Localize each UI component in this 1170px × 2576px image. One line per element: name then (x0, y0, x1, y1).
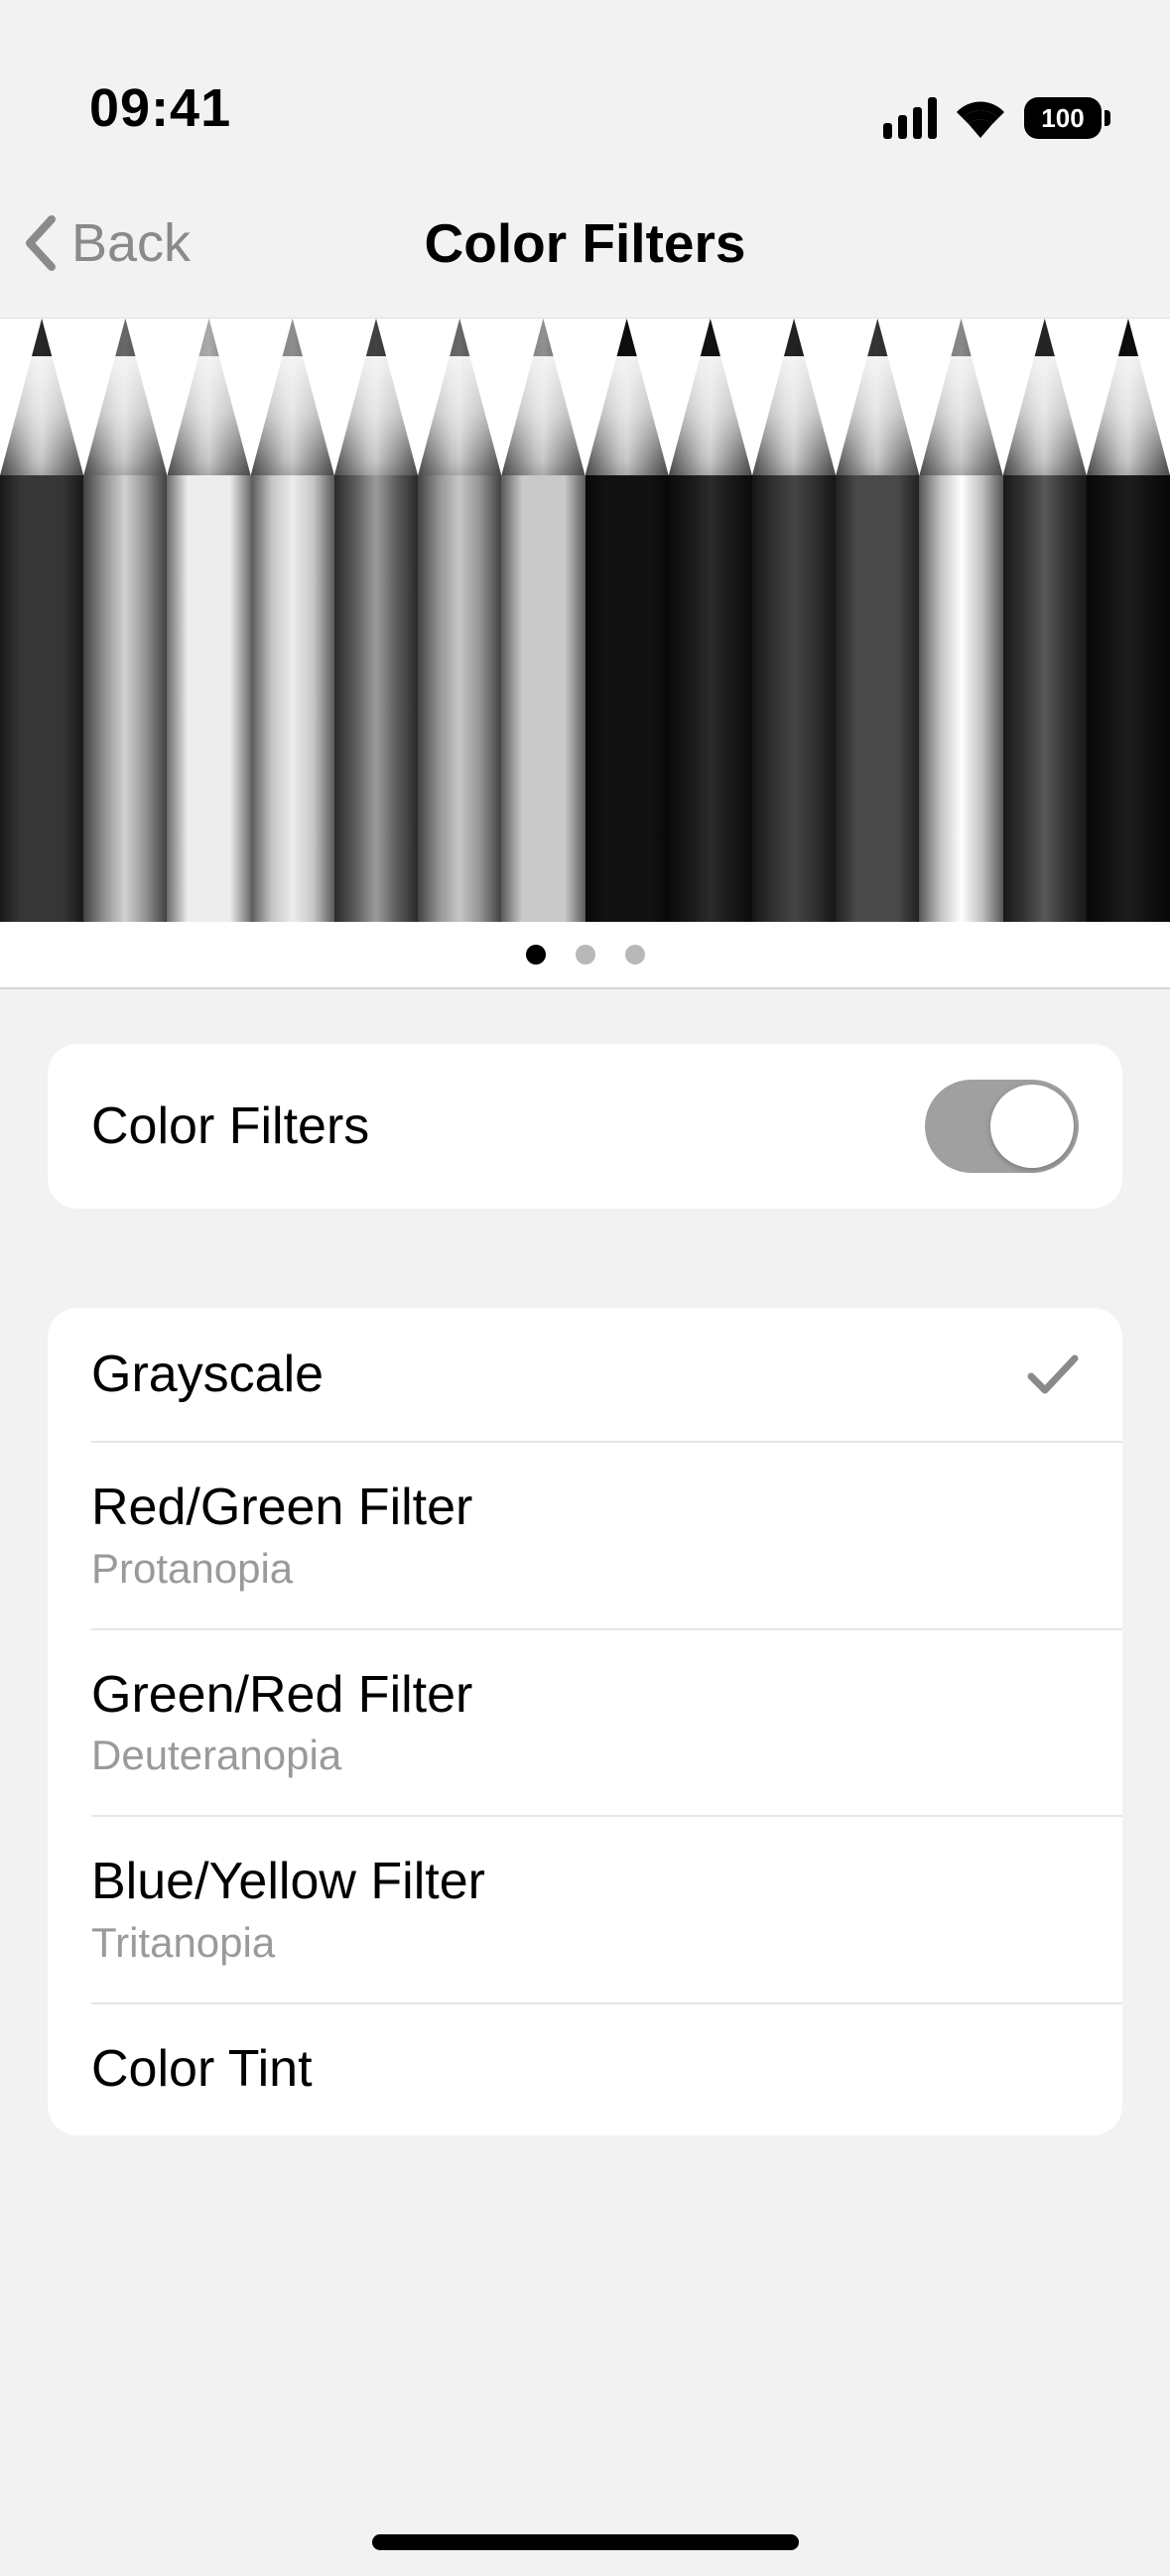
page-indicator (0, 922, 1170, 987)
pencil (752, 319, 836, 922)
settings-content: Color Filters Grayscale Red/Green Filter P… (0, 989, 1170, 2135)
filter-label: Green/Red Filter (91, 1664, 472, 1726)
filters-group: Grayscale Red/Green Filter Protanopia Green… (48, 1308, 1122, 2135)
filter-row-blue-yellow-filter[interactable]: Blue/Yellow Filter Tritanopia (48, 1815, 1122, 2001)
battery-level: 100 (1041, 103, 1084, 134)
filter-label: Red/Green Filter (91, 1477, 472, 1538)
pencil (1003, 319, 1087, 922)
pencil (0, 319, 83, 922)
back-button[interactable]: Back (22, 212, 191, 274)
pencil (1087, 319, 1170, 922)
nav-bar: Back Color Filters (0, 169, 1170, 318)
row-text: Blue/Yellow Filter Tritanopia (91, 1851, 485, 1966)
status-time: 09:41 (89, 77, 231, 139)
home-indicator[interactable] (372, 2534, 799, 2550)
filter-row-green-red-filter[interactable]: Green/Red Filter Deuteranopia (48, 1628, 1122, 1815)
filter-sublabel: Protanopia (91, 1545, 472, 1593)
page-title: Color Filters (425, 211, 746, 275)
row-text: Color Tint (91, 2038, 313, 2100)
cellular-icon (883, 97, 937, 139)
page-dot[interactable] (526, 945, 546, 965)
filter-row-red-green-filter[interactable]: Red/Green Filter Protanopia (48, 1441, 1122, 1627)
filter-label: Blue/Yellow Filter (91, 1851, 485, 1912)
filter-row-color-tint[interactable]: Color Tint (48, 2002, 1122, 2135)
color-filters-switch[interactable] (925, 1080, 1079, 1173)
filter-sublabel: Deuteranopia (91, 1732, 472, 1779)
pencil (167, 319, 250, 922)
pencil (334, 319, 418, 922)
status-bar: 09:41 100 (0, 40, 1170, 139)
status-indicators: 100 (883, 97, 1110, 139)
wifi-icon (955, 98, 1006, 138)
preview-area (0, 318, 1170, 989)
row-text: Red/Green Filter Protanopia (91, 1477, 472, 1592)
pencil (585, 319, 669, 922)
page-dot[interactable] (576, 945, 595, 965)
pencil (836, 319, 919, 922)
battery-icon: 100 (1024, 97, 1110, 139)
color-filters-toggle-row[interactable]: Color Filters (48, 1044, 1122, 1209)
filter-sublabel: Tritanopia (91, 1919, 485, 1967)
back-label: Back (71, 212, 191, 274)
checkmark-icon (1027, 1352, 1079, 1396)
pencil (418, 319, 501, 922)
page-dot[interactable] (625, 945, 645, 965)
filter-row-grayscale[interactable]: Grayscale (48, 1308, 1122, 1441)
filter-label: Grayscale (91, 1344, 324, 1405)
filter-label: Color Tint (91, 2038, 313, 2100)
pencil (919, 319, 1002, 922)
pencil (669, 319, 752, 922)
switch-knob (990, 1085, 1074, 1168)
chevron-left-icon (22, 213, 60, 273)
pencil (501, 319, 585, 922)
row-text: Grayscale (91, 1344, 324, 1405)
toggle-group: Color Filters (48, 1044, 1122, 1209)
pencil (251, 319, 334, 922)
pencil-preview[interactable] (0, 319, 1170, 922)
pencil (83, 319, 167, 922)
toggle-label: Color Filters (91, 1095, 369, 1157)
row-text: Green/Red Filter Deuteranopia (91, 1664, 472, 1779)
